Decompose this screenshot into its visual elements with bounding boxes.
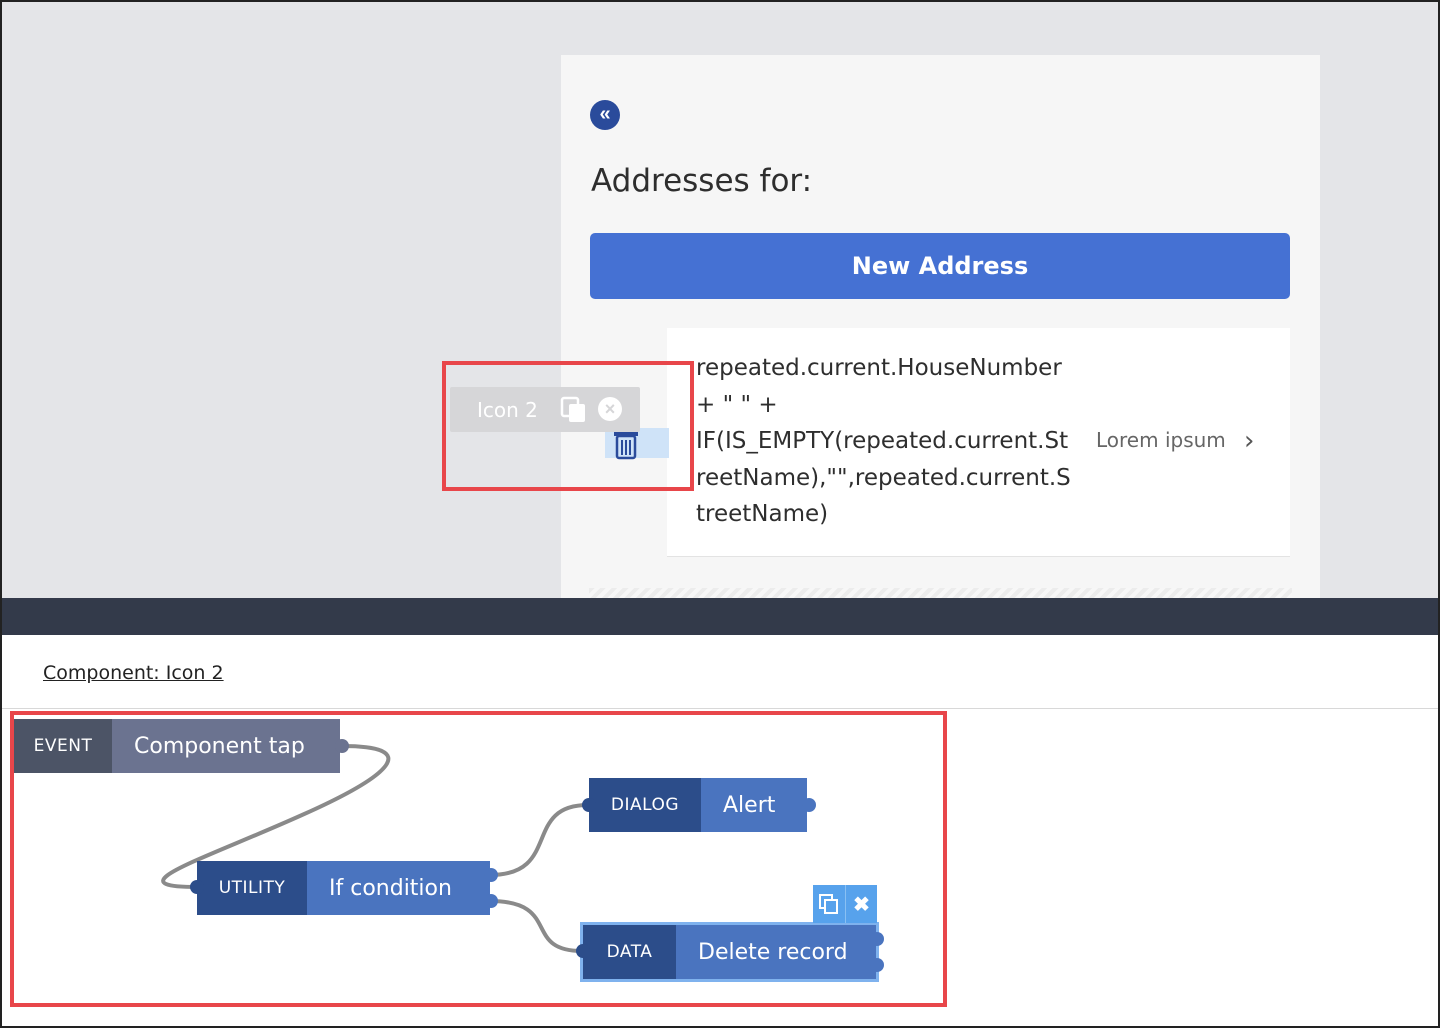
highlight-box-component [442,361,694,491]
output-port[interactable] [870,932,884,946]
node-kind: DATA [583,925,676,979]
output-port[interactable] [870,958,884,972]
output-port[interactable] [484,894,498,908]
node-name: Delete record [676,925,876,979]
node-kind: UTILITY [197,861,307,915]
node-name: Component tap [112,719,340,773]
output-port[interactable] [484,868,498,882]
output-port[interactable] [802,798,816,812]
list-placeholder-stripe [589,588,1292,598]
node-kind: EVENT [14,719,112,773]
list-item[interactable]: repeated.current.HouseNumber + " " + IF(… [667,328,1290,557]
input-port[interactable] [576,944,590,958]
node-toolbar: ✖ [813,885,877,923]
chevron-right-icon: › [1244,426,1255,456]
new-address-button[interactable]: New Address [590,233,1290,299]
app-preview: « Addresses for: New Address repeated.cu… [2,2,1438,598]
list-item-secondary: Lorem ipsum [1096,428,1226,452]
node-kind: DIALOG [589,778,701,832]
output-port[interactable] [335,739,349,753]
copy-icon-graphic [819,894,838,914]
node-name: If condition [307,861,490,915]
list-item-title: repeated.current.HouseNumber + " " + IF(… [696,355,1071,527]
dialog-node[interactable]: DIALOG Alert [589,778,807,832]
copy-icon[interactable] [813,885,845,923]
logic-panel: Component: Icon 2 EVENT Component tap UT… [2,635,1438,1026]
data-node[interactable]: DATA Delete record [580,922,879,982]
node-name: Alert [701,778,807,832]
utility-node[interactable]: UTILITY If condition [197,861,490,915]
event-node[interactable]: EVENT Component tap [14,719,340,773]
close-icon[interactable]: ✖ [845,885,877,923]
back-button[interactable]: « [590,100,620,130]
panel-divider[interactable] [2,598,1438,635]
page-title: Addresses for: [591,163,813,199]
input-port[interactable] [190,880,204,894]
screenshot-frame: « Addresses for: New Address repeated.cu… [0,0,1440,1028]
double-chevron-left-icon: « [599,103,610,125]
input-port[interactable] [582,798,596,812]
phone-screen: « Addresses for: New Address repeated.cu… [561,55,1320,598]
